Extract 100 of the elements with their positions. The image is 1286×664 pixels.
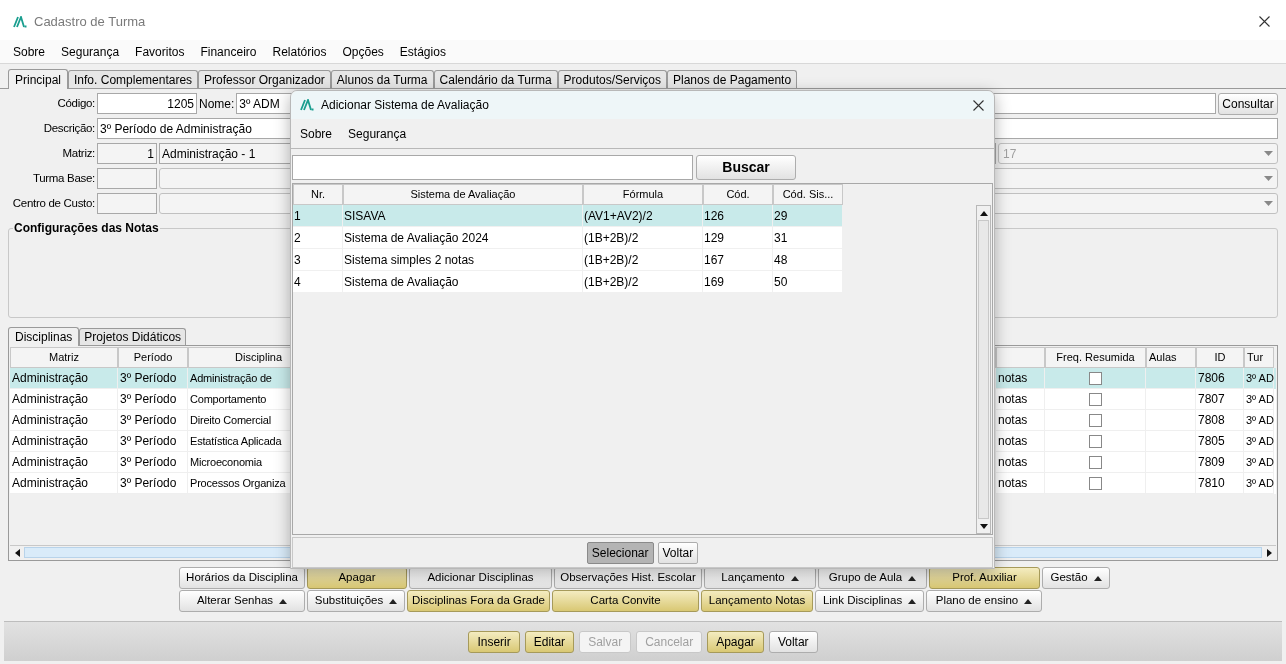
toolbar-button[interactable]: Apagar [707,630,764,653]
tab[interactable]: Alunos da Turma [330,70,434,88]
caret-icon [1264,176,1273,181]
table-cell-text: 3º AD [1246,412,1274,428]
field-label: Descrição: [42,120,95,136]
action-button[interactable]: Prof. Auxiliar [929,567,1040,589]
column-header: Tur [1244,347,1274,368]
action-button[interactable]: Link Disciplinas [815,590,924,612]
checkbox[interactable] [1088,371,1102,385]
table-cell-text: 3º Período [120,454,177,471]
tab[interactable]: Principal [8,69,69,89]
table-cell-text: 3º Período [120,433,177,450]
table-cell[interactable]: Sistema de Avaliação [343,271,583,293]
menu-item[interactable]: Estágios [399,42,446,61]
action-button[interactable]: Disciplinas Fora da Grade [407,590,550,612]
table-cell-text: notas [998,391,1028,408]
menu-item[interactable]: Sobre [300,124,333,143]
action-button[interactable]: Horários da Disciplina [179,567,305,589]
menu-item[interactable]: Segurança [61,42,120,61]
menu-item[interactable]: Financeiro [200,42,257,61]
table-cell-text: Administração de [190,370,272,386]
table-cell-text: notas [998,370,1028,387]
input-field[interactable] [97,168,157,189]
table-cell-text: notas [998,433,1028,450]
action-button[interactable]: Gestão [1042,567,1110,589]
column-header: Nr. [293,184,343,205]
input-field[interactable] [97,193,157,214]
menu-item[interactable]: Opções [342,42,384,61]
tab[interactable]: Produtos/Serviços [557,70,667,88]
table-cell-text: Estatística Aplicada [190,433,282,449]
table-cell[interactable]: (1B+2B)/2 [583,271,703,293]
column-header: Cód. Sis... [773,184,843,205]
action-button[interactable]: Lançamento Notas [701,590,813,612]
table-cell-text: 3º Período [120,391,177,408]
table-cell-text: Administração [12,433,89,450]
window-title: Cadastro de Turma [34,12,146,31]
table-cell-text: Administração [12,391,89,408]
menu-item[interactable]: Segurança [348,124,407,143]
action-button[interactable]: Alterar Senhas [179,590,305,612]
close-icon [973,99,984,111]
menu-item[interactable]: Sobre [13,42,46,61]
table-cell[interactable]: 169 [703,271,773,293]
column-header: Matriz [10,347,118,368]
table-cell-text: Processos Organiza [190,475,286,491]
input-field[interactable]: 1205 [97,93,197,114]
tab[interactable]: Disciplinas [8,327,80,346]
action-button[interactable]: Plano de ensino [926,590,1042,612]
consultar-button[interactable]: Consultar [1218,92,1278,115]
action-button[interactable]: Substituições [307,590,405,612]
tab[interactable]: Calendário da Turma [433,70,558,88]
checkbox[interactable] [1088,455,1102,469]
action-button[interactable]: Lançamento [704,567,816,589]
menu-item[interactable]: Favoritos [135,42,185,61]
table-cell-text: 7806 [1198,370,1225,387]
checkbox[interactable] [1088,413,1102,427]
tab[interactable]: Planos de Pagamento [667,70,798,88]
action-button[interactable]: Grupo de Aula [818,567,927,589]
table-cell-text: 7808 [1198,412,1225,429]
action-button[interactable]: Carta Convite [552,590,699,612]
field-label: Matriz: [61,145,95,161]
table-cell-text: 3º AD [1246,391,1274,407]
search-field[interactable] [292,155,693,180]
column-header: ID [1196,347,1244,368]
checkbox[interactable] [1088,434,1102,448]
action-button[interactable]: Observações Hist. Escolar [554,567,702,589]
table-cell-text: Direito Comercial [190,412,271,428]
table-cell[interactable]: 50 [773,271,843,293]
toolbar-button[interactable]: Editar [524,630,575,653]
table-cell-text: 7807 [1198,391,1225,408]
tab[interactable]: Professor Organizador [198,70,331,88]
action-button[interactable]: Apagar [307,567,407,589]
table-cell-text: 3º Período [120,412,177,429]
dialog-button[interactable]: Voltar [657,541,699,564]
toolbar-button[interactable]: Inserir [468,630,520,653]
input-field[interactable]: 1 [97,143,157,164]
caret-icon [1264,201,1273,206]
menu-item[interactable]: Relatórios [272,42,327,61]
table-cell-text: 7809 [1198,454,1225,471]
toolbar-button[interactable]: Voltar [768,630,818,653]
table-cell-text: 7810 [1198,475,1225,492]
group-title: Configurações das Notas [13,220,160,237]
scroll-right-icon [1266,548,1272,557]
table-cell-text: 3º AD [1246,454,1274,470]
logo-icon [13,15,27,28]
scroll-down-icon [979,523,988,529]
search-button[interactable]: Buscar [696,155,796,180]
scroll-left-icon [14,548,20,557]
checkbox[interactable] [1088,476,1102,490]
table-cell-text: Comportamento [190,391,267,407]
table-cell[interactable]: 4 [293,271,343,293]
table-cell-text: 3º Período [120,370,177,387]
action-button[interactable]: Adicionar Disciplinas [409,567,552,589]
dialog-button[interactable]: Selecionar [586,541,654,564]
tab[interactable]: Projetos Didáticos [79,328,187,345]
tab[interactable]: Info. Complementares [68,70,199,88]
vertical-scrollbar[interactable] [976,205,991,534]
checkbox[interactable] [1088,392,1102,406]
field-label: Turma Base: [31,170,95,186]
dialog-title: Adicionar Sistema de Avaliação [321,97,489,114]
logo-icon [300,99,314,111]
